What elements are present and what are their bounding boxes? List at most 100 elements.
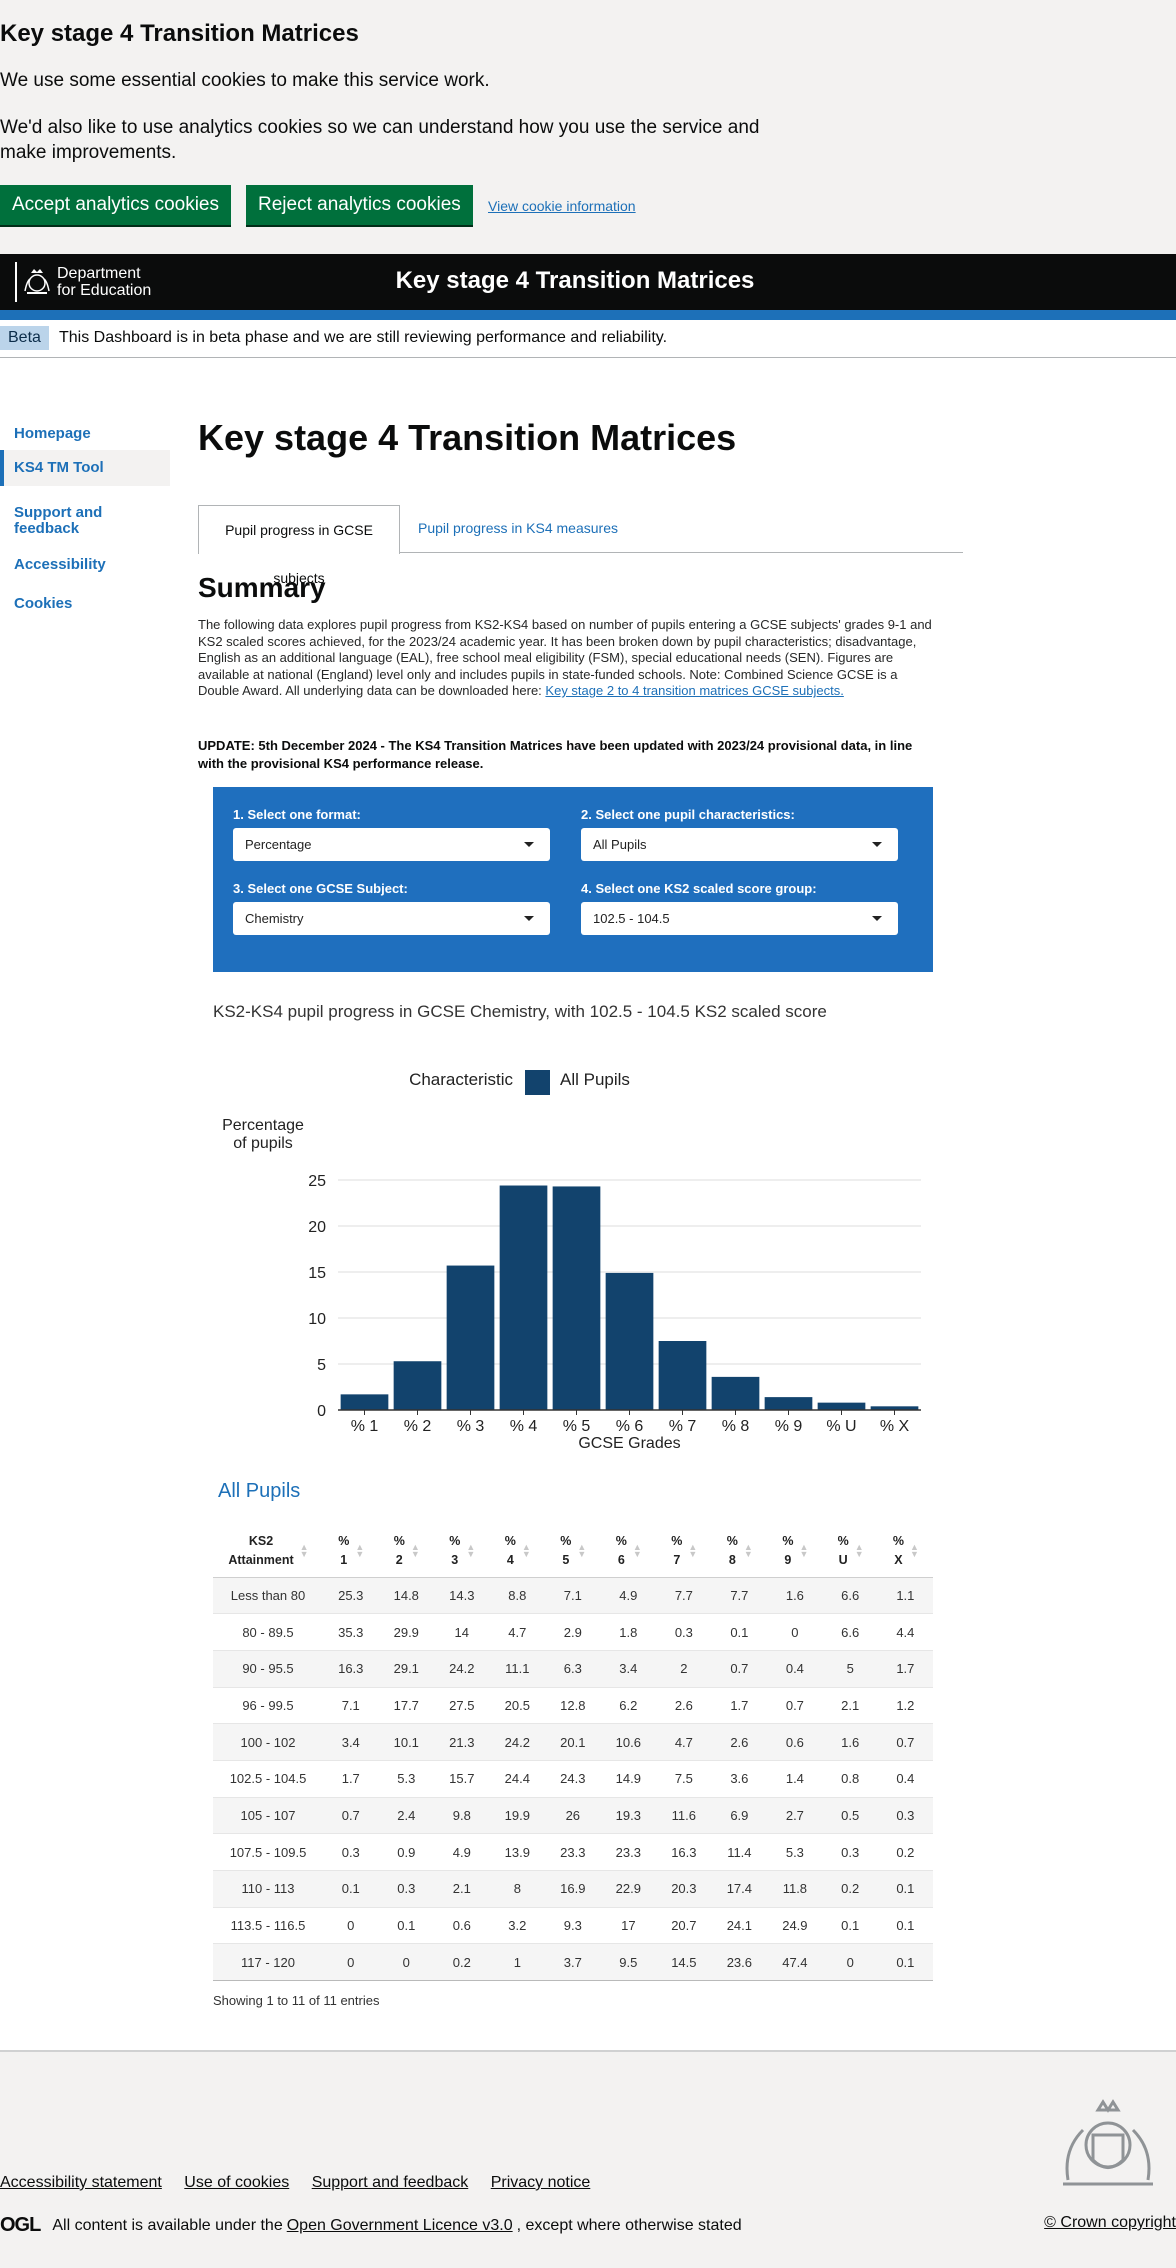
- column-header[interactable]: % 6 ▲ ▼: [600, 1525, 657, 1578]
- table-row: 110 - 113 0.1 0.3 2.1 8 16.9 22.9 20.3 17.4 11.8 0…: [213, 1870, 933, 1908]
- footer-link-accessibility[interactable]: Accessibility statement: [0, 2174, 162, 2191]
- column-header[interactable]: % 5 ▲ ▼: [545, 1525, 601, 1578]
- x-tick-label: % 1: [351, 1418, 379, 1435]
- table-cell: 8.8: [489, 1577, 546, 1615]
- table-cell: 20.3: [656, 1870, 712, 1908]
- service-title: Key stage 4 Transition Matrices: [395, 267, 755, 294]
- chart-heading: KS2-KS4 pupil progress in GCSE Chemistry…: [213, 1002, 827, 1021]
- sort-icon[interactable]: ▲ ▼: [577, 1542, 586, 1558]
- tab-gcse-subjects[interactable]: Pupil progress in GCSE subjects: [198, 505, 400, 586]
- column-header[interactable]: % 3 ▲ ▼: [434, 1525, 490, 1578]
- table-cell: 113.5 - 116.5: [213, 1907, 323, 1945]
- table-cell: 0: [767, 1613, 823, 1651]
- legend-swatch: [525, 1070, 550, 1095]
- table-row: 117 - 120 0 0 0.2 1 3.7 9.5 14.5 23.6 47.4 0 0.1: [213, 1943, 933, 1982]
- ogl-logo: OGL: [0, 2214, 41, 2236]
- format-select[interactable]: Percentage: [233, 828, 550, 861]
- column-header[interactable]: % 1 ▲ ▼: [323, 1525, 379, 1578]
- column-header[interactable]: % U ▲ ▼: [822, 1525, 878, 1578]
- sidebar-item-accessibility[interactable]: Accessibility: [0, 550, 120, 579]
- sort-icon[interactable]: ▲ ▼: [855, 1542, 864, 1558]
- table-cell: 20.1: [545, 1723, 601, 1761]
- reject-cookies-button[interactable]: Reject analytics cookies: [246, 185, 473, 225]
- column-header-line: %: [615, 1533, 627, 1548]
- bar: [605, 1272, 654, 1410]
- characteristic-select[interactable]: All Pupils: [581, 828, 898, 861]
- subject-select[interactable]: Chemistry: [233, 902, 550, 935]
- column-header[interactable]: % 9 ▲ ▼: [767, 1525, 823, 1578]
- table-cell: 1: [489, 1943, 546, 1982]
- cookie-info-link[interactable]: View cookie information: [488, 198, 636, 214]
- table-cell: 0.6: [767, 1723, 823, 1761]
- sort-icon[interactable]: ▲ ▼: [355, 1542, 364, 1558]
- column-header[interactable]: % 8 ▲ ▼: [711, 1525, 768, 1578]
- ogl-licence-link[interactable]: Open Government Licence v3.0: [287, 2217, 513, 2235]
- table-row: Less than 80 25.3 14.8 14.3 8.8 7.1 4.9 7.7 7.7 1…: [213, 1577, 933, 1615]
- sidebar-item-cookies[interactable]: Cookies: [0, 589, 86, 618]
- tab-ks4-measures[interactable]: Pupil progress in KS4 measures: [418, 520, 618, 536]
- column-header[interactable]: % 4 ▲ ▼: [489, 1525, 546, 1578]
- sort-icon[interactable]: ▲ ▼: [411, 1542, 420, 1558]
- table-cell: 3.6: [711, 1760, 768, 1798]
- y-tick-label: 25: [308, 1173, 326, 1190]
- ks2-select[interactable]: 102.5 - 104.5: [581, 902, 898, 935]
- table-cell: 3.7: [545, 1943, 601, 1982]
- sort-icon[interactable]: ▲ ▼: [688, 1542, 697, 1558]
- column-header-line: 4: [506, 1552, 514, 1567]
- table-cell: 24.9: [767, 1907, 823, 1945]
- cookie-banner-title: Key stage 4 Transition Matrices: [0, 20, 359, 47]
- table-cell: 107.5 - 109.5: [213, 1833, 323, 1871]
- licence-post: , except where otherwise stated: [516, 2216, 742, 2234]
- table-cell: 0.6: [434, 1907, 490, 1945]
- table-cell: 19.9: [489, 1797, 546, 1835]
- column-header[interactable]: KS2 Attainment ▲ ▼: [213, 1525, 323, 1578]
- table-cell: 7.1: [545, 1577, 601, 1615]
- table-cell: 24.2: [489, 1723, 546, 1761]
- sort-icon[interactable]: ▲ ▼: [799, 1542, 808, 1558]
- sidebar-item-homepage[interactable]: Homepage: [0, 419, 105, 448]
- sort-icon[interactable]: ▲ ▼: [466, 1542, 475, 1558]
- table-cell: 14.3: [434, 1577, 490, 1615]
- table-cell: 4.4: [877, 1613, 933, 1651]
- table-cell: 9.3: [545, 1907, 601, 1945]
- sort-icon[interactable]: ▲ ▼: [744, 1542, 753, 1558]
- column-header-label: % 5: [560, 1532, 571, 1570]
- site-header: Department for Education Key stage 4 Tra…: [0, 254, 1176, 320]
- column-header-line: %: [837, 1533, 849, 1548]
- table-cell: 11.8: [767, 1870, 823, 1908]
- sidebar-item-ks4-tm-tool[interactable]: KS4 TM Tool: [0, 450, 170, 486]
- footer-link-privacy[interactable]: Privacy notice: [491, 2174, 591, 2191]
- column-header-line: Attainment: [228, 1552, 294, 1567]
- footer-link-cookies[interactable]: Use of cookies: [184, 2174, 289, 2191]
- sort-icon[interactable]: ▲ ▼: [910, 1542, 919, 1558]
- column-header[interactable]: % 7 ▲ ▼: [656, 1525, 712, 1578]
- sidebar-item-support[interactable]: Support and feedback: [0, 499, 130, 543]
- column-header[interactable]: % 2 ▲ ▼: [378, 1525, 435, 1578]
- table-cell: 17.4: [711, 1870, 768, 1908]
- table-cell: 0: [323, 1907, 379, 1945]
- column-header-line: %: [726, 1533, 738, 1548]
- bar: [817, 1402, 866, 1410]
- column-header[interactable]: % X ▲ ▼: [877, 1525, 933, 1578]
- table-cell: 0.9: [378, 1833, 435, 1871]
- table-cell: 11.4: [711, 1833, 768, 1871]
- x-tick-label: % 2: [404, 1418, 432, 1435]
- x-tick-label: % X: [880, 1418, 910, 1435]
- sort-icon[interactable]: ▲ ▼: [522, 1542, 531, 1558]
- download-data-link[interactable]: Key stage 2 to 4 transition matrices GCS…: [545, 683, 843, 698]
- crown-copyright-link[interactable]: © Crown copyright: [1044, 2214, 1176, 2232]
- table-cell: 2.4: [378, 1797, 435, 1835]
- table-cell: 0.7: [711, 1650, 768, 1688]
- column-header-label: % 1: [338, 1532, 349, 1570]
- chevron-down-icon: [524, 842, 534, 847]
- accept-cookies-button[interactable]: Accept analytics cookies: [0, 185, 231, 225]
- format-value: Percentage: [245, 837, 312, 852]
- table-cell: 10.1: [378, 1723, 435, 1761]
- x-tick-label: % 4: [510, 1418, 538, 1435]
- footer-link-support[interactable]: Support and feedback: [312, 2174, 469, 2191]
- sort-icon[interactable]: ▲ ▼: [300, 1542, 309, 1558]
- column-header-line: %: [892, 1533, 904, 1548]
- table-cell: 1.7: [711, 1687, 768, 1725]
- table-cell: 0.7: [767, 1687, 823, 1725]
- sort-icon[interactable]: ▲ ▼: [633, 1542, 642, 1558]
